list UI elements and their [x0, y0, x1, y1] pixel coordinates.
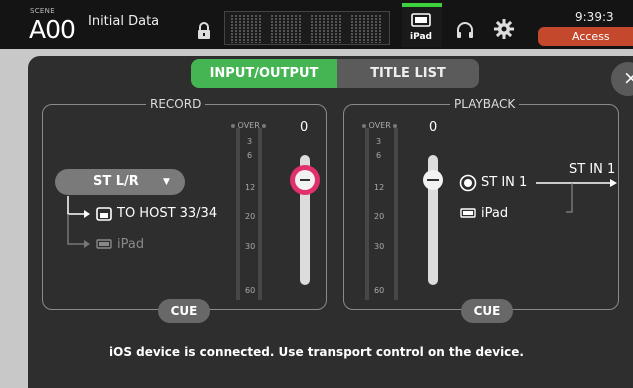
destination-ipad[interactable]: iPad [117, 237, 144, 252]
gear-icon[interactable] [494, 19, 514, 39]
record-title: RECORD [146, 97, 206, 111]
meter-scale-label: 60 [374, 286, 385, 295]
meter-scale-label: 30 [374, 242, 385, 251]
playback-title: PLAYBACK [450, 97, 520, 111]
usb-device-icon [96, 207, 112, 221]
ipad-icon [460, 208, 476, 218]
radio-selected-icon[interactable] [459, 174, 477, 192]
channel-meter-bank[interactable] [224, 11, 390, 45]
status-message: iOS device is connected. Use transport c… [109, 345, 524, 359]
chevron-down-icon: ▼ [163, 177, 170, 187]
playback-meter-left [365, 128, 369, 300]
record-source-select[interactable]: ST L/R ▼ [55, 169, 185, 195]
tab-input-output[interactable]: INPUT/OUTPUT [191, 59, 337, 88]
lock-icon[interactable] [197, 22, 211, 40]
meter-scale-label: 6 [247, 151, 253, 160]
record-fader-knob[interactable] [290, 165, 320, 195]
record-meter-left [236, 128, 240, 300]
meter-scale-label: 20 [245, 212, 256, 221]
ipad-icon [96, 239, 112, 249]
top-bar: SCENE A00 Initial Data iPad 9:39:3 Acces… [0, 0, 633, 49]
playback-cue-button[interactable]: CUE [461, 299, 513, 323]
meter-scale-label: 12 [245, 183, 256, 192]
scene-label: SCENE [30, 7, 55, 15]
access-button[interactable]: Access [538, 27, 633, 46]
routing-lines [67, 196, 90, 248]
clock: 9:39:3 [575, 10, 614, 24]
playback-routing-lines [536, 179, 617, 213]
meter-scale-label: 3 [247, 137, 253, 146]
playback-output-label: ST IN 1 [569, 162, 616, 177]
playback-fader-knob[interactable] [423, 170, 443, 190]
destination-host[interactable]: TO HOST 33/34 [117, 206, 217, 221]
playback-option-ipad[interactable]: iPad [481, 206, 508, 221]
meter-scale-label: 60 [245, 286, 256, 295]
meter-group [351, 15, 381, 43]
meter-scale-label: 6 [376, 151, 382, 160]
ipad-icon [411, 13, 431, 27]
meter-group [271, 15, 301, 43]
record-source-value: ST L/R [93, 174, 139, 189]
playback-option-stin[interactable]: ST IN 1 [481, 175, 527, 190]
meter-scale-label: 3 [376, 137, 382, 146]
meter-scale-label: 20 [374, 212, 385, 221]
record-level-value: 0 [300, 120, 309, 135]
close-icon: × [623, 67, 633, 89]
ipad-label: iPad [410, 32, 432, 42]
meter-scale-label: 30 [245, 242, 256, 251]
playback-level-value: 0 [429, 120, 438, 135]
panel-tabs: INPUT/OUTPUT TITLE LIST [191, 59, 479, 88]
scene-number[interactable]: A00 [29, 15, 76, 44]
record-meter-right [258, 128, 262, 300]
meter-group [231, 15, 261, 43]
meter-scale-label: 12 [374, 183, 385, 192]
playback-meter-right [394, 128, 398, 300]
ipad-button[interactable]: iPad [402, 3, 442, 47]
tab-title-list[interactable]: TITLE LIST [337, 59, 479, 88]
scene-name[interactable]: Initial Data [88, 14, 159, 29]
record-cue-button[interactable]: CUE [158, 299, 210, 323]
headphones-icon[interactable] [455, 20, 475, 40]
meter-group [311, 15, 341, 43]
